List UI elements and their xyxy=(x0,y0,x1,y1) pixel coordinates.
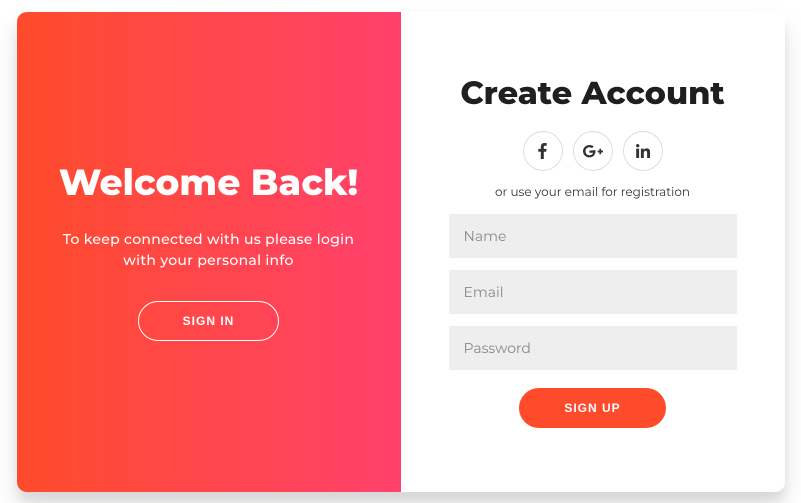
password-field[interactable] xyxy=(449,326,737,370)
sign-in-button[interactable]: Sign In xyxy=(138,301,280,341)
overlay-panel: Welcome Back! To keep connected with us … xyxy=(17,12,401,492)
overlay-title: Welcome Back! xyxy=(59,162,358,205)
sign-up-button[interactable]: Sign Up xyxy=(519,388,665,428)
linkedin-icon xyxy=(636,144,650,158)
signup-panel: Create Account or use your email for reg… xyxy=(401,12,785,492)
social-row xyxy=(523,131,663,171)
social-linkedin-button[interactable] xyxy=(623,131,663,171)
overlay-subtitle: To keep connected with us please login w… xyxy=(57,229,361,271)
social-google-button[interactable] xyxy=(573,131,613,171)
auth-card: Welcome Back! To keep connected with us … xyxy=(17,12,785,492)
form-hint: or use your email for registration xyxy=(495,185,690,200)
name-field[interactable] xyxy=(449,214,737,258)
social-facebook-button[interactable] xyxy=(523,131,563,171)
email-field[interactable] xyxy=(449,270,737,314)
form-title: Create Account xyxy=(460,75,724,113)
facebook-icon xyxy=(538,143,547,159)
google-plus-icon xyxy=(583,145,603,158)
